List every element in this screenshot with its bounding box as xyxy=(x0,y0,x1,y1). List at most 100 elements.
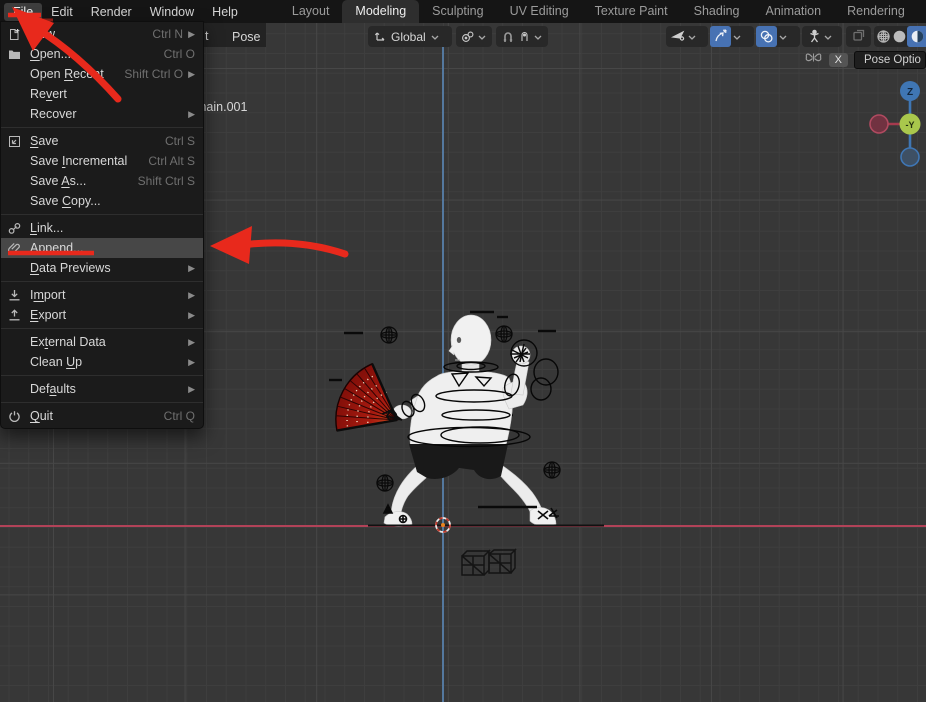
menu-item-save-as[interactable]: Save As...Shift Ctrl S xyxy=(1,171,203,191)
menu-item-label: Append... xyxy=(30,241,84,255)
pose-menu[interactable]: Pose xyxy=(226,29,267,45)
overlays-icon xyxy=(756,26,777,47)
menu-item-shortcut: Ctrl S xyxy=(165,134,195,148)
tab-uv-editing[interactable]: UV Editing xyxy=(497,0,582,23)
menu-item-external-data[interactable]: External Data ▶ xyxy=(1,332,203,352)
menu-item-shortcut: Ctrl Q xyxy=(164,409,195,423)
axis-neg-y-label: -Y xyxy=(906,120,915,130)
menu-item-shortcut: Shift Ctrl O xyxy=(124,67,183,81)
menu-item-label: Save Copy... xyxy=(30,194,101,208)
no-icon xyxy=(8,261,30,275)
menu-item-label: Link... xyxy=(30,221,63,235)
menu-item-append[interactable]: Append... xyxy=(1,238,203,258)
menu-item-label: Revert xyxy=(30,87,67,101)
tab-shading[interactable]: Shading xyxy=(681,0,753,23)
topbar: FileEditRenderWindowHelp LayoutModelingS… xyxy=(0,0,926,23)
menu-item-recover[interactable]: Recover▶ xyxy=(1,104,203,124)
menu-item-new[interactable]: NewCtrl N▶ xyxy=(1,24,203,44)
menu-item-open-recent[interactable]: Open RecentShift Ctrl O▶ xyxy=(1,64,203,84)
menu-item-open[interactable]: Open...Ctrl O xyxy=(1,44,203,64)
pivot-point-dropdown[interactable] xyxy=(456,26,492,47)
tab-sculpting[interactable]: Sculpting xyxy=(419,0,496,23)
tab-texture-paint[interactable]: Texture Paint xyxy=(582,0,681,23)
snap-target-icon xyxy=(516,29,532,45)
tab-animation[interactable]: Animation xyxy=(753,0,835,23)
menu-item-revert[interactable]: Revert xyxy=(1,84,203,104)
axis-z-label: Z xyxy=(907,87,913,98)
menubar-item-help[interactable]: Help xyxy=(203,3,247,21)
menu-separator xyxy=(1,399,203,406)
armature-icon xyxy=(806,29,822,45)
menu-item-clean-up[interactable]: Clean Up ▶ xyxy=(1,352,203,372)
blender-window: main.001 xyxy=(0,0,926,702)
pose-options-dropdown[interactable]: Pose Optio xyxy=(854,51,926,69)
wireframe-shading-icon[interactable] xyxy=(876,29,892,45)
pose-display-dropdown[interactable] xyxy=(802,26,842,47)
topbar-menus: FileEditRenderWindowHelp xyxy=(0,2,247,21)
no-icon xyxy=(8,174,30,188)
submenu-arrow-icon: ▶ xyxy=(188,337,195,348)
save-icon xyxy=(8,134,30,148)
select-menu-partial[interactable]: t xyxy=(205,29,208,43)
mirror-x-toggle[interactable]: X xyxy=(829,53,848,67)
menubar-item-edit[interactable]: Edit xyxy=(42,3,82,21)
snapping-controls[interactable] xyxy=(496,26,548,47)
chevron-down-icon xyxy=(778,33,788,41)
menu-item-data-previews[interactable]: Data Previews▶ xyxy=(1,258,203,278)
menubar-item-file[interactable]: File xyxy=(4,3,42,21)
orientation-value: Global xyxy=(388,30,429,44)
wireframe-boxes[interactable] xyxy=(462,550,515,575)
menu-item-label: Defaults xyxy=(30,382,76,396)
submenu-arrow-icon: ▶ xyxy=(188,69,195,80)
no-icon xyxy=(8,355,30,369)
submenu-arrow-icon: ▶ xyxy=(188,290,195,301)
menu-separator xyxy=(1,325,203,332)
material-shading-icon[interactable] xyxy=(907,26,926,47)
show-gizmo-toggle[interactable] xyxy=(710,26,754,47)
menubar-item-window[interactable]: Window xyxy=(141,3,203,21)
axis-neg-z-ball[interactable] xyxy=(901,148,919,166)
menu-item-label: External Data xyxy=(30,335,106,349)
no-icon xyxy=(8,87,30,101)
menu-item-export[interactable]: Export ▶ xyxy=(1,305,203,325)
solid-shading-icon[interactable] xyxy=(892,29,908,45)
no-icon xyxy=(8,194,30,208)
tab-rendering[interactable]: Rendering xyxy=(834,0,918,23)
no-icon xyxy=(8,154,30,168)
shading-mode-buttons xyxy=(874,26,926,47)
no-icon xyxy=(8,382,30,396)
menu-item-import[interactable]: Import▶ xyxy=(1,285,203,305)
menubar-item-render[interactable]: Render xyxy=(82,3,141,21)
submenu-arrow-icon: ▶ xyxy=(188,357,195,368)
no-icon xyxy=(8,67,30,81)
menu-item-label: Export xyxy=(30,308,66,322)
submenu-arrow-icon: ▶ xyxy=(188,29,195,40)
show-overlays-toggle[interactable] xyxy=(756,26,800,47)
navigation-gizmo[interactable]: Z -Y xyxy=(866,78,926,170)
tab-modeling[interactable]: Modeling xyxy=(342,0,419,23)
menu-item-save-incremental[interactable]: Save IncrementalCtrl Alt S xyxy=(1,151,203,171)
menu-item-shortcut: Ctrl N xyxy=(152,27,183,41)
tab-compositing[interactable]: Compositing xyxy=(918,0,926,23)
chevron-down-icon xyxy=(533,33,543,41)
submenu-arrow-icon: ▶ xyxy=(188,310,195,321)
toggle-xray-button[interactable] xyxy=(846,26,871,47)
menu-separator xyxy=(1,124,203,131)
character-mannequin[interactable] xyxy=(384,315,556,527)
menu-item-save[interactable]: SaveCtrl S xyxy=(1,131,203,151)
menu-item-label: Clean Up xyxy=(30,355,82,369)
xray-icon xyxy=(852,28,866,45)
menu-item-save-copy[interactable]: Save Copy... xyxy=(1,191,203,211)
tab-layout[interactable]: Layout xyxy=(279,0,343,23)
object-visibility-dropdown[interactable] xyxy=(666,26,708,47)
menu-item-defaults[interactable]: Defaults▶ xyxy=(1,379,203,399)
menu-item-quit[interactable]: QuitCtrl Q xyxy=(1,406,203,426)
chevron-down-icon xyxy=(823,33,833,41)
viewport-scene[interactable] xyxy=(320,300,630,600)
menu-item-link[interactable]: Link... xyxy=(1,218,203,238)
no-icon xyxy=(8,335,30,349)
transform-orientation-dropdown[interactable]: Global xyxy=(368,26,452,47)
butterfly-icon[interactable] xyxy=(804,49,823,71)
import-icon xyxy=(8,288,30,302)
axis-neg-x-ball[interactable] xyxy=(870,115,888,133)
